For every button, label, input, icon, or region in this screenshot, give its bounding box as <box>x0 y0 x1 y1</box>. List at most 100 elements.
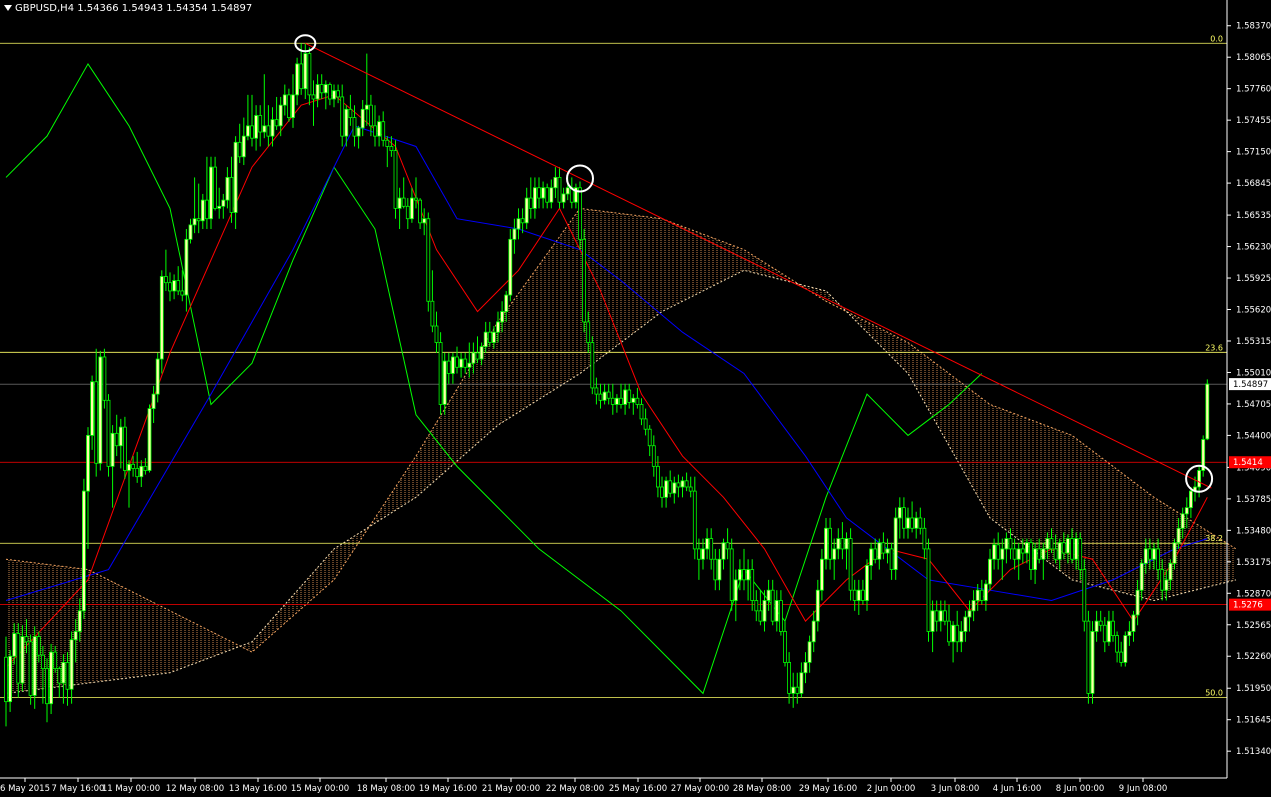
candle-body <box>143 465 148 471</box>
y-tick-label: 1.57150 <box>1236 148 1271 158</box>
candle-body <box>106 399 111 467</box>
candle-body <box>807 641 812 663</box>
candle-body <box>635 397 640 405</box>
candle-body <box>865 565 869 601</box>
candle-body <box>414 197 418 201</box>
candle-body <box>352 117 357 137</box>
candle-body <box>856 589 861 601</box>
candle-body <box>475 352 480 360</box>
candle-body <box>45 668 49 705</box>
candle-body <box>524 197 529 224</box>
candle-body <box>701 548 705 560</box>
candle-body <box>840 538 845 550</box>
candle-body <box>943 610 947 622</box>
candle-body <box>94 381 99 464</box>
candle-body <box>254 115 259 139</box>
candle-body <box>697 548 701 560</box>
candle-body <box>131 463 136 469</box>
candle-body <box>766 589 771 601</box>
candle-body <box>291 94 295 118</box>
y-tick-label: 1.55925 <box>1236 274 1271 284</box>
candle-body <box>127 463 131 471</box>
level-price-tag-label: 1.5276 <box>1233 601 1263 611</box>
candle-body <box>1184 507 1189 515</box>
candle-body <box>1123 635 1128 663</box>
price-chart[interactable]: 0.0 23.6 38.2 50.0 1.58370 1.58065 1.57760 1.57… <box>0 0 1271 797</box>
candle-body <box>996 544 1001 560</box>
candle-body <box>418 199 423 224</box>
candle-body <box>438 342 443 405</box>
candle-body <box>861 589 865 601</box>
candle-body <box>746 569 750 581</box>
candle-body <box>910 517 914 529</box>
level-price-tag-label: 1.5414 <box>1233 458 1263 468</box>
candle-body <box>286 94 291 118</box>
candle-body <box>8 655 13 703</box>
candle-body <box>738 569 742 581</box>
candle-body <box>393 150 398 209</box>
candle-body <box>1152 548 1156 560</box>
candle-body <box>463 358 468 368</box>
y-tick-label: 1.55010 <box>1236 368 1271 378</box>
candle-body <box>188 224 193 240</box>
candle-body <box>545 187 550 203</box>
candle-body <box>1004 538 1009 550</box>
candle-body <box>200 199 205 222</box>
x-tick-label: 21 May 00:00 <box>482 784 540 794</box>
candle-body <box>1074 538 1078 560</box>
candle-body <box>368 104 373 127</box>
candle-body <box>295 63 300 96</box>
candle-body <box>1008 538 1013 550</box>
candle-body <box>676 482 681 488</box>
y-tick-label: 1.58065 <box>1236 53 1271 63</box>
candle-body <box>1000 548 1005 560</box>
candle-body <box>221 199 226 207</box>
y-tick-label: 1.51950 <box>1236 684 1271 694</box>
candle-body <box>549 187 554 203</box>
candle-body <box>791 686 796 694</box>
candle-body <box>123 426 127 471</box>
candle-body <box>984 583 988 601</box>
candle-body <box>578 187 582 240</box>
candle-body <box>49 651 53 705</box>
candle-body <box>1090 631 1095 694</box>
candle-body <box>692 490 697 550</box>
candle-body <box>344 108 349 137</box>
candle-body <box>397 197 402 209</box>
y-tick-label: 1.57760 <box>1236 85 1271 95</box>
candle-body <box>53 651 58 670</box>
candle-body <box>450 356 455 374</box>
candle-body <box>139 465 144 478</box>
candle-body <box>951 624 955 643</box>
candle-body <box>229 177 234 213</box>
candle-body <box>553 177 558 189</box>
candle-body <box>90 381 94 436</box>
candle-body <box>356 127 361 137</box>
x-tick-label: 18 May 08:00 <box>357 784 415 794</box>
candle-body <box>270 119 275 137</box>
candle-body <box>528 197 533 209</box>
candle-body <box>512 228 517 240</box>
candle-body <box>1041 548 1046 560</box>
candle-body <box>135 468 140 478</box>
candle-body <box>159 276 164 360</box>
candle-body <box>299 63 304 90</box>
candle-body <box>787 662 791 694</box>
candle-body <box>893 517 898 570</box>
x-tick-label: 7 May 16:00 <box>52 784 105 794</box>
candle-body <box>102 356 107 401</box>
candle-body <box>1029 542 1033 570</box>
candle-body <box>1172 542 1177 564</box>
x-tick-label: 6 May 2015 <box>0 784 50 794</box>
x-tick-label: 22 May 08:00 <box>546 784 604 794</box>
candle-body <box>955 624 960 643</box>
candle-body <box>774 600 779 622</box>
candle-body <box>467 362 472 368</box>
candle-body <box>717 558 722 581</box>
candle-body <box>639 404 644 420</box>
fib-level-label: 23.6 <box>1205 343 1223 352</box>
candle-body <box>401 197 406 207</box>
candle-body <box>1045 538 1050 550</box>
y-tick-label: 1.56230 <box>1236 243 1271 253</box>
candle-body <box>988 558 992 585</box>
